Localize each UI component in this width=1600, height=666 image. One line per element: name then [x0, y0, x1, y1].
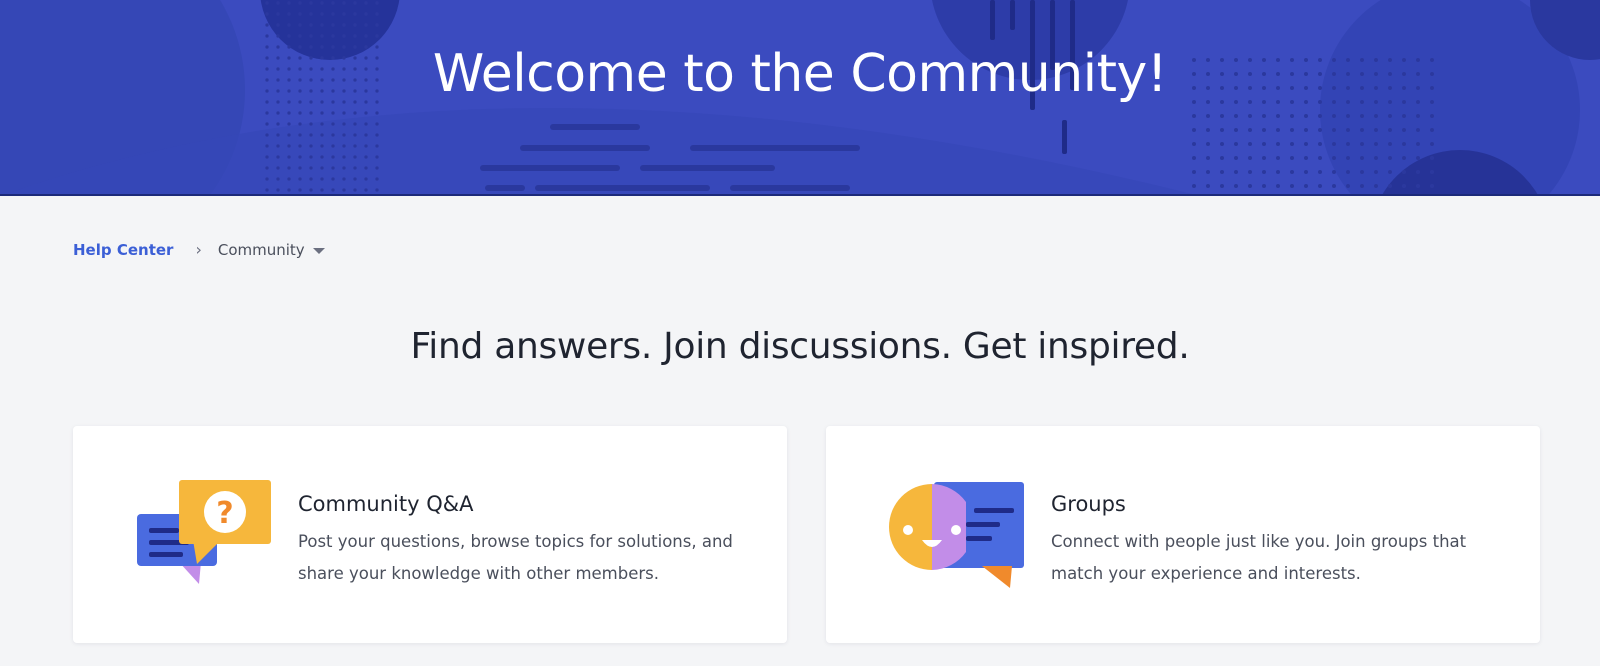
question-speech-bubbles-icon: ?: [137, 480, 271, 584]
card-description: Connect with people just like you. Join …: [1051, 532, 1467, 583]
card-community-qa[interactable]: ? Community Q&A Post your questions, bro…: [73, 426, 787, 643]
card-groups[interactable]: Groups Connect with people just like you…: [826, 426, 1540, 643]
breadcrumb-current-label: Community: [217, 240, 305, 259]
breadcrumb: Help Center › Community: [73, 240, 325, 259]
svg-text:?: ?: [216, 496, 233, 531]
chevron-down-icon: [312, 247, 325, 254]
card-description: Post your questions, browse topics for s…: [298, 532, 733, 583]
hero-banner: Welcome to the Community!: [0, 0, 1600, 196]
page-tagline: Find answers. Join discussions. Get insp…: [410, 326, 1190, 367]
smiley-chat-bubble-icon: [889, 482, 1024, 588]
breadcrumb-help-center-link[interactable]: Help Center: [73, 241, 173, 259]
hero-title: Welcome to the Community!: [432, 44, 1168, 104]
breadcrumb-separator: ›: [195, 240, 202, 259]
card-title: Community Q&A: [298, 492, 474, 516]
breadcrumb-community-dropdown[interactable]: Community: [218, 241, 325, 259]
card-title: Groups: [1051, 492, 1126, 516]
